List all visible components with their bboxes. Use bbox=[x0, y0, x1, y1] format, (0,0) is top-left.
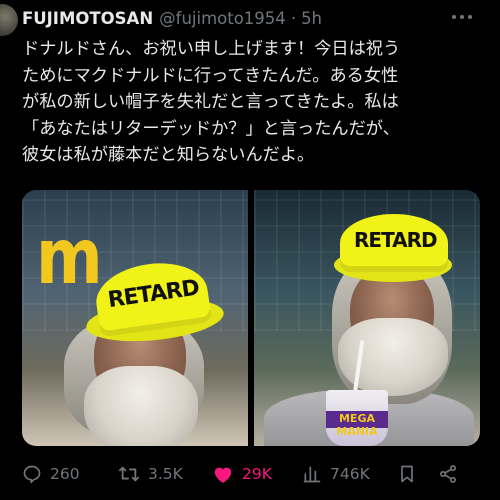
author-handle[interactable]: @fujimoto1954 bbox=[159, 9, 286, 28]
like-button[interactable]: 29K bbox=[212, 464, 302, 484]
cap: RETARD bbox=[340, 214, 448, 272]
views-count: 746K bbox=[330, 465, 370, 483]
more-icon[interactable] bbox=[452, 10, 476, 24]
like-count: 29K bbox=[242, 465, 272, 483]
repost-icon bbox=[118, 464, 140, 484]
timestamp[interactable]: 5h bbox=[301, 9, 322, 28]
bookmark-icon bbox=[398, 464, 416, 484]
photo-selfie-mcdonalds[interactable]: m RETARD bbox=[22, 190, 248, 446]
separator: · bbox=[290, 8, 297, 28]
reply-count: 260 bbox=[50, 465, 80, 483]
tweet-text-line: ドナルドさん、お祝い申し上げます！今日は祝う bbox=[22, 39, 401, 59]
author-name[interactable]: FUJIMOTOSAN bbox=[22, 9, 153, 28]
mcdonalds-logo: m bbox=[36, 213, 103, 303]
reply-button[interactable]: 260 bbox=[22, 464, 118, 484]
cap-label: RETARD bbox=[354, 228, 438, 252]
repost-button[interactable]: 3.5K bbox=[118, 464, 212, 484]
avatar[interactable] bbox=[0, 4, 18, 36]
tweet-header: FUJIMOTOSAN @fujimoto1954 · 5h bbox=[22, 6, 322, 30]
media-grid: m RETARD RETARD MEGA MANIA bbox=[22, 190, 480, 446]
beard bbox=[84, 366, 198, 446]
share-button[interactable] bbox=[438, 464, 468, 484]
cap-label: RETARD bbox=[106, 275, 201, 314]
views-button[interactable]: 746K bbox=[302, 464, 398, 484]
tweet-text-line: ためにマクドナルドに行ってきたんだ。ある女性 bbox=[22, 65, 399, 86]
cup-label: MEGA MANIA bbox=[336, 412, 378, 439]
heart-icon bbox=[212, 464, 234, 484]
tweet-text: ドナルドさん、お祝い申し上げます！今日は祝う ためにマクドナルドに行ってきたんだ… bbox=[22, 36, 492, 169]
views-icon bbox=[302, 464, 322, 484]
action-bar: 260 3.5K 29K 746K bbox=[22, 458, 480, 490]
tweet[interactable]: FUJIMOTOSAN @fujimoto1954 · 5h ドナルドさん、お祝… bbox=[0, 0, 500, 500]
photo-selfie-drink[interactable]: RETARD MEGA MANIA bbox=[254, 190, 480, 446]
reply-icon bbox=[22, 464, 42, 484]
repost-count: 3.5K bbox=[148, 465, 183, 483]
tweet-text-line: が私の新しい帽子を失礼だと言ってきたよ。私は bbox=[22, 92, 399, 112]
drink-cup: MEGA MANIA bbox=[326, 390, 388, 446]
tweet-text-line: 彼女は私が藤本だと知らないんだよ。 bbox=[22, 145, 315, 165]
tweet-text-line: 「あなたはリターデッドか？」と言ったんだが、 bbox=[22, 118, 400, 139]
share-icon bbox=[438, 464, 458, 484]
bookmark-button[interactable] bbox=[398, 464, 438, 484]
